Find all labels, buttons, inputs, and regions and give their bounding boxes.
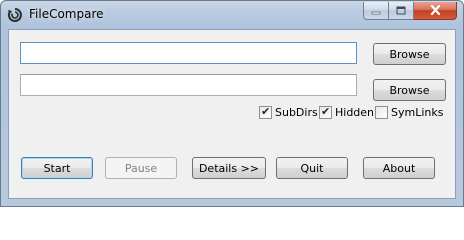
checkmark-icon: ✔	[321, 105, 331, 118]
browse-left-button[interactable]: Browse	[373, 43, 446, 65]
start-button[interactable]: Start	[21, 157, 93, 179]
hidden-label: Hidden	[335, 106, 375, 119]
left-path-input[interactable]	[20, 42, 357, 64]
subdirs-checkbox[interactable]: ✔	[259, 105, 272, 119]
caption-buttons	[363, 2, 457, 20]
symlinks-label: SymLinks	[391, 106, 444, 119]
app-icon	[7, 7, 23, 23]
minimize-button[interactable]	[363, 2, 389, 20]
quit-button[interactable]: Quit	[276, 157, 348, 179]
about-button[interactable]: About	[363, 157, 435, 179]
maximize-icon	[396, 2, 406, 20]
subdirs-label: SubDirs	[275, 106, 318, 119]
browse-right-button[interactable]: Browse	[373, 79, 446, 101]
minimize-icon	[371, 2, 381, 20]
close-button[interactable]	[414, 2, 457, 20]
symlinks-checkbox[interactable]	[375, 106, 388, 119]
symlinks-option[interactable]: SymLinks	[375, 106, 443, 119]
subdirs-option[interactable]: ✔ SubDirs	[259, 105, 318, 119]
hidden-checkbox[interactable]: ✔	[319, 105, 332, 119]
hidden-option[interactable]: ✔ Hidden	[319, 105, 375, 119]
right-path-input[interactable]	[20, 74, 357, 96]
title-bar[interactable]: FileCompare	[1, 1, 463, 29]
close-icon	[430, 2, 441, 20]
maximize-button[interactable]	[389, 2, 414, 20]
app-window: FileCompare Browse Browse ✔ SubDirs ✔ Hi…	[0, 0, 464, 207]
client-area: Browse Browse ✔ SubDirs ✔ Hidden SymLink…	[8, 29, 456, 199]
window-title: FileCompare	[29, 7, 104, 21]
pause-button[interactable]: Pause	[105, 157, 177, 179]
checkmark-icon: ✔	[261, 105, 271, 118]
details-button[interactable]: Details >>	[192, 157, 266, 179]
